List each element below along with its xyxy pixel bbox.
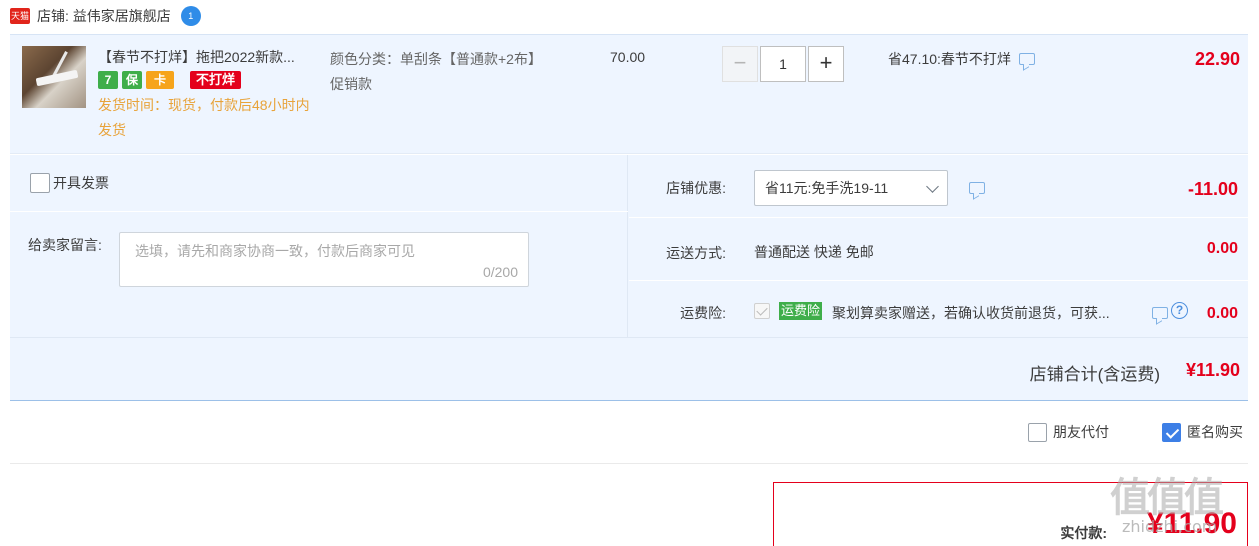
product-thumbnail[interactable] — [22, 46, 86, 108]
shop-header: 天猫 店铺: 益伟家居旗舰店 1 — [10, 4, 201, 28]
comment-icon[interactable] — [969, 182, 985, 194]
service-icons: 7 保 卡 不打烊 — [98, 71, 242, 89]
anonymous-checkbox[interactable] — [1162, 422, 1181, 442]
promo-tag: 不打烊 — [190, 71, 242, 89]
friend-pay-checkbox[interactable] — [1028, 422, 1047, 442]
credit-card-icon[interactable]: 卡 — [146, 71, 174, 89]
help-icon[interactable]: ? — [1171, 302, 1188, 319]
coupon-select-value: 省11元:免手洗19-11 — [765, 180, 889, 196]
invoice-option[interactable]: 开具发票 — [30, 173, 109, 193]
friend-pay-option[interactable]: 朋友代付 — [1028, 422, 1109, 442]
seller-message-field[interactable]: 选填，请先和商家协商一致，付款后商家可见 0/200 — [119, 232, 529, 287]
insurance-label: 运费险: — [680, 305, 726, 321]
invoice-checkbox[interactable] — [30, 173, 50, 193]
order-item-row: 【春节不打烊】拖把2022新款... 7 保 卡 不打烊 发货时间：现货，付款后… — [10, 34, 1248, 154]
item-subtotal: 22.90 — [1194, 49, 1240, 69]
anonymous-label: 匿名购买 — [1187, 424, 1243, 440]
order-options-left: 开具发票 给卖家留言: 选填，请先和商家协商一致，付款后商家可见 0/200 — [10, 155, 628, 337]
wangwang-chat-icon[interactable]: 1 — [180, 6, 201, 26]
final-payment-value: ¥11.90 — [1146, 507, 1237, 540]
item-discount: 省47.10:春节不打烊 — [888, 49, 1035, 69]
order-options: 开具发票 给卖家留言: 选填，请先和商家协商一致，付款后商家可见 0/200 省… — [10, 155, 1248, 337]
insurance-badge: 运费险 — [779, 302, 823, 320]
final-payment-label: 实付款: — [1060, 525, 1107, 541]
unit-price: 70.00 — [610, 49, 646, 65]
shipping-amount: 0.00 — [1206, 240, 1238, 257]
chevron-down-icon — [926, 180, 939, 193]
seller-message-label: 给卖家留言: — [28, 237, 102, 253]
product-title-link[interactable]: 【春节不打烊】拖把2022新款... — [98, 47, 320, 67]
seven-day-return-icon[interactable]: 7 — [98, 71, 118, 89]
item-discount-text: 省47.10:春节不打烊 — [888, 51, 1011, 67]
invoice-label: 开具发票 — [53, 175, 109, 191]
insurance-checkbox — [754, 303, 770, 319]
comment-icon[interactable] — [1018, 53, 1035, 65]
friend-pay-label: 朋友代付 — [1053, 424, 1109, 440]
sku-info: 颜色分类：单刮条【普通款+2布】促销款 — [330, 51, 542, 92]
coupon-amount: -11.00 — [1187, 179, 1238, 199]
quantity-input[interactable]: 1 — [760, 46, 806, 82]
shop-total-label: 店铺合计(含运费) — [1029, 365, 1160, 384]
seller-message-count: 0/200 — [482, 264, 518, 280]
quantity-increase-button[interactable]: + — [808, 46, 844, 82]
insurance-text: 聚划算卖家赠送，若确认收货前退货，可获... — [832, 305, 1110, 321]
quantity-stepper: − 1 + — [722, 46, 844, 82]
comment-icon[interactable] — [1152, 307, 1168, 319]
divider — [10, 211, 628, 212]
final-payment-box: 实付款: ¥11.90 — [773, 482, 1248, 546]
shop-total: 店铺合计(含运费) ¥11.90 — [10, 337, 1248, 401]
anonymous-option[interactable]: 匿名购买 — [1162, 422, 1243, 442]
guarantee-icon[interactable]: 保 — [122, 71, 142, 89]
shipping-method: 普通配送 快递 免邮 — [754, 244, 874, 260]
shop-name-link[interactable]: 店铺: 益伟家居旗舰店 — [37, 6, 171, 26]
coupon-label: 店铺优惠: — [666, 180, 726, 196]
ship-time: 发货时间：现货，付款后48小时内发货 — [98, 97, 310, 138]
pay-options: 朋友代付 匿名购买 — [10, 402, 1248, 464]
tmall-logo-icon: 天猫 — [10, 8, 30, 24]
shop-total-value: ¥11.90 — [1185, 360, 1240, 380]
quantity-decrease-button[interactable]: − — [722, 46, 758, 82]
seller-message-placeholder: 选填，请先和商家协商一致，付款后商家可见 — [135, 243, 415, 259]
insurance-amount: 0.00 — [1206, 305, 1238, 322]
coupon-select[interactable]: 省11元:免手洗19-11 — [754, 170, 948, 206]
shipping-label: 运送方式: — [666, 245, 726, 261]
